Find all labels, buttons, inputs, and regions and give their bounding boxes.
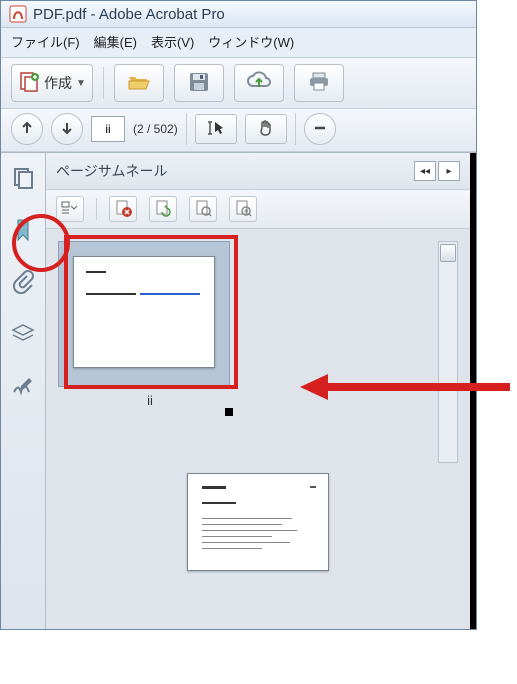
menu-view[interactable]: 表示(V) (151, 32, 194, 51)
menu-window[interactable]: ウィンドウ(W) (208, 32, 294, 51)
bookmark-ribbon-icon (13, 218, 33, 245)
page-delete-icon (114, 199, 132, 220)
page-up-button[interactable] (11, 113, 43, 145)
rotate-page-button[interactable] (149, 196, 177, 222)
page-magnify-icon (194, 199, 212, 220)
toolbar-separator (103, 67, 104, 99)
printer-icon (307, 71, 331, 96)
page-down-button[interactable] (51, 113, 83, 145)
app-window: PDF.pdf - Adobe Acrobat Pro ファイル(F) 編集(E… (0, 0, 477, 630)
extract-page-button[interactable] (189, 196, 217, 222)
chevron-right-icon: ▸ (446, 166, 451, 177)
thumbnail-page[interactable] (187, 473, 329, 571)
save-floppy-icon (188, 71, 210, 96)
toolbar-separator (295, 113, 296, 145)
thumbnails-tab-button[interactable] (9, 165, 37, 193)
layers-icon (11, 323, 35, 348)
menu-edit[interactable]: 編集(E) (94, 32, 137, 51)
text-select-cursor-icon (206, 119, 226, 140)
dropdown-caret-icon: ▼ (76, 78, 86, 89)
page-insert-icon (234, 199, 252, 220)
scrollbar-thumb[interactable] (440, 244, 456, 262)
arrow-up-icon (20, 121, 34, 138)
content-area: ページサムネール ◂◂ ▸ (1, 152, 476, 629)
thumbnail-options-button[interactable] (56, 196, 84, 222)
page-rotate-icon (154, 199, 172, 220)
share-cloud-button[interactable] (234, 64, 284, 102)
thumbnail-resize-handle[interactable] (225, 408, 233, 416)
create-button[interactable]: 作成 ▼ (11, 64, 93, 102)
panel-next-button[interactable]: ▸ (438, 161, 460, 181)
toolbar-separator (186, 113, 187, 145)
create-button-label: 作成 (44, 73, 72, 93)
options-menu-icon (61, 201, 79, 218)
thumbnail-page[interactable] (73, 256, 215, 368)
zoom-out-button[interactable] (304, 113, 336, 145)
hand-tool-button[interactable] (245, 114, 287, 144)
minus-icon (313, 121, 327, 138)
thumbnail-selection (58, 241, 230, 387)
print-button[interactable] (294, 64, 344, 102)
delete-page-button[interactable] (109, 196, 137, 222)
main-toolbar: 作成 ▼ (1, 58, 476, 109)
page-thumbnails-icon (11, 166, 35, 193)
signatures-tab-button[interactable] (9, 373, 37, 401)
open-button[interactable] (114, 64, 164, 102)
acrobat-app-icon (9, 5, 27, 23)
nav-pane-tabs (1, 153, 46, 629)
menu-file[interactable]: ファイル(F) (11, 32, 80, 51)
page-count-label: (2 / 502) (133, 122, 178, 136)
cloud-upload-icon (246, 71, 272, 96)
titlebar: PDF.pdf - Adobe Acrobat Pro (1, 1, 476, 28)
layers-tab-button[interactable] (9, 321, 37, 349)
thumbnails-toolbar (46, 190, 470, 229)
panel-title: ページサムネール (56, 161, 167, 181)
signature-pen-icon (11, 375, 35, 400)
replace-page-button[interactable] (229, 196, 257, 222)
arrow-down-icon (60, 121, 74, 138)
save-button[interactable] (174, 64, 224, 102)
window-title: PDF.pdf - Adobe Acrobat Pro (33, 6, 225, 23)
create-pdf-icon (18, 71, 40, 96)
toolbar-separator (96, 198, 97, 220)
hand-icon (257, 119, 275, 140)
thumbnails-scrollbar[interactable] (438, 241, 458, 463)
page-number-input[interactable] (91, 116, 125, 142)
thumbnails-list[interactable]: ii (46, 229, 470, 629)
panel-header: ページサムネール ◂◂ ▸ (46, 153, 470, 190)
thumbnail-label: ii (147, 393, 153, 408)
page-nav-toolbar: (2 / 502) (1, 109, 476, 152)
double-chevron-left-icon: ◂◂ (420, 166, 430, 177)
paperclip-icon (12, 270, 34, 297)
folder-open-icon (127, 71, 151, 96)
bookmarks-tab-button[interactable] (9, 217, 37, 245)
panel-prev-button[interactable]: ◂◂ (414, 161, 436, 181)
thumbnails-panel: ページサムネール ◂◂ ▸ (46, 153, 476, 629)
menubar: ファイル(F) 編集(E) 表示(V) ウィンドウ(W) (1, 28, 476, 58)
select-tool-button[interactable] (195, 114, 237, 144)
attachments-tab-button[interactable] (9, 269, 37, 297)
